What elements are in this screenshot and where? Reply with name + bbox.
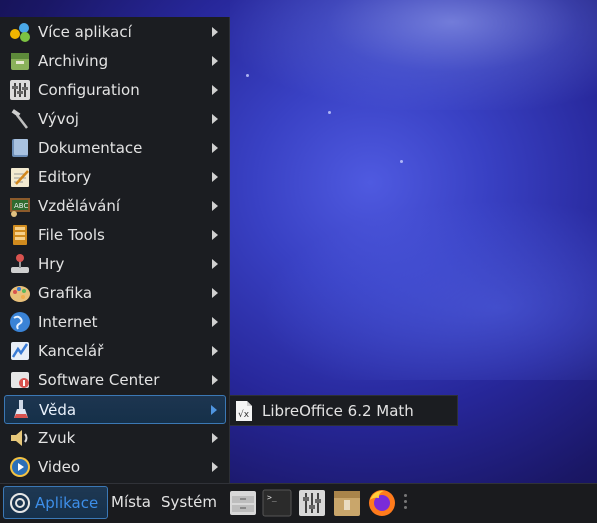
- places-menu-button[interactable]: Místa: [111, 493, 151, 511]
- wallpaper-star: [328, 111, 331, 114]
- development-hammer-icon: [8, 107, 32, 131]
- file-tools-icon: [8, 223, 32, 247]
- menu-item-software-center[interactable]: Software Center: [4, 366, 226, 393]
- submenu-item-label: LibreOffice 6.2 Math: [262, 401, 414, 420]
- applications-menu-button[interactable]: Aplikace: [3, 486, 108, 519]
- internet-globe-icon: [8, 310, 32, 334]
- system-menu-button[interactable]: Systém: [161, 493, 217, 511]
- menu-item-video[interactable]: Video: [4, 453, 226, 480]
- wallpaper-glow: [230, 0, 597, 110]
- sound-speaker-icon: [8, 426, 32, 450]
- archive-manager-icon[interactable]: [332, 488, 362, 518]
- chevron-right-icon: [212, 55, 218, 66]
- settings-sliders-icon: [8, 78, 32, 102]
- education-blackboard-icon: ABC: [8, 194, 32, 218]
- bottom-panel: Aplikace Místa Systém >_: [0, 483, 597, 523]
- wallpaper-star: [400, 160, 403, 163]
- menu-item-file-tools[interactable]: File Tools: [4, 221, 226, 248]
- menu-item-label: Vzdělávání: [38, 196, 120, 215]
- chevron-right-icon: [212, 200, 218, 211]
- chevron-right-icon: [212, 316, 218, 327]
- documentation-book-icon: [8, 136, 32, 160]
- menu-item-hry[interactable]: Hry: [4, 250, 226, 277]
- menu-item-vice-aplikaci[interactable]: Více aplikací: [4, 18, 226, 45]
- menu-item-archiving[interactable]: Archiving: [4, 47, 226, 74]
- firefox-icon[interactable]: [367, 488, 397, 518]
- svg-text:√x: √x: [238, 409, 250, 420]
- software-center-icon: [8, 368, 32, 392]
- menu-item-label: Více aplikací: [38, 22, 132, 41]
- settings-mixer-icon[interactable]: [297, 488, 327, 518]
- menu-item-zvuk[interactable]: Zvuk: [4, 424, 226, 451]
- menu-item-internet[interactable]: Internet: [4, 308, 226, 335]
- chevron-right-icon: [211, 404, 217, 415]
- editor-notepad-icon: [8, 165, 32, 189]
- video-play-icon: [8, 455, 32, 479]
- chevron-right-icon: [212, 142, 218, 153]
- wallpaper-star: [246, 74, 249, 77]
- chevron-right-icon: [212, 432, 218, 443]
- menu-item-label: File Tools: [38, 225, 105, 244]
- chevron-right-icon: [212, 287, 218, 298]
- science-icon: [9, 398, 33, 422]
- menu-item-label: Kancelář: [38, 341, 104, 360]
- games-joystick-icon: [8, 252, 32, 276]
- menu-item-label: Hry: [38, 254, 65, 273]
- chevron-right-icon: [212, 461, 218, 472]
- chevron-right-icon: [212, 84, 218, 95]
- wallpaper-glow: [260, 200, 597, 380]
- menu-item-kancelar[interactable]: Kancelář: [4, 337, 226, 364]
- menu-item-dokumentace[interactable]: Dokumentace: [4, 134, 226, 161]
- chevron-right-icon: [212, 258, 218, 269]
- menu-item-label: Software Center: [38, 370, 160, 389]
- chevron-right-icon: [212, 171, 218, 182]
- menu-item-label: Zvuk: [38, 428, 76, 447]
- more-apps-icon: [8, 20, 32, 44]
- menu-item-label: Editory: [38, 167, 92, 186]
- libreoffice-math-icon: √x: [234, 400, 254, 422]
- menu-item-label: Dokumentace: [38, 138, 143, 157]
- applications-label: Aplikace: [35, 493, 99, 512]
- menu-item-label: Configuration: [38, 80, 140, 99]
- terminal-icon[interactable]: >_: [262, 488, 292, 518]
- archive-icon: [8, 49, 32, 73]
- menu-item-grafika[interactable]: Grafika: [4, 279, 226, 306]
- chevron-right-icon: [212, 345, 218, 356]
- svg-text:>_: >_: [267, 493, 277, 502]
- chevron-right-icon: [212, 113, 218, 124]
- panel-grip-handle[interactable]: [404, 494, 408, 512]
- menu-item-editory[interactable]: Editory: [4, 163, 226, 190]
- drawer-icon[interactable]: [228, 488, 258, 518]
- menu-item-label: Archiving: [38, 51, 109, 70]
- menu-item-vyvoj[interactable]: Vývoj: [4, 105, 226, 132]
- menu-item-vzdelavani[interactable]: ABC Vzdělávání: [4, 192, 226, 219]
- office-icon: [8, 339, 32, 363]
- chevron-right-icon: [212, 229, 218, 240]
- chevron-right-icon: [212, 374, 218, 385]
- chevron-right-icon: [212, 26, 218, 37]
- applications-menu: Více aplikací Archiving Configuration Vý…: [0, 17, 230, 483]
- menu-item-label: Internet: [38, 312, 98, 331]
- menu-item-veda[interactable]: Věda: [4, 395, 226, 424]
- menu-item-label: Věda: [39, 400, 77, 419]
- menu-item-label: Vývoj: [38, 109, 79, 128]
- mate-logo-icon: [10, 492, 30, 513]
- menu-item-configuration[interactable]: Configuration: [4, 76, 226, 103]
- menu-item-label: Grafika: [38, 283, 93, 302]
- svg-text:ABC: ABC: [14, 202, 28, 210]
- graphics-palette-icon: [8, 281, 32, 305]
- submenu-item-libreoffice-math[interactable]: √x LibreOffice 6.2 Math: [229, 395, 458, 426]
- menu-item-label: Video: [38, 457, 81, 476]
